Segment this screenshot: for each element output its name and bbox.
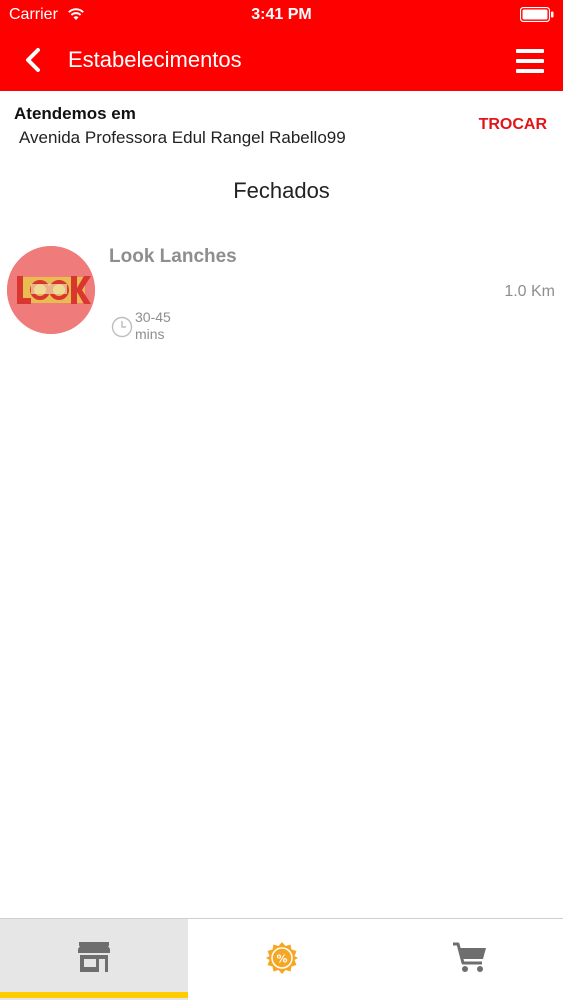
delivery-time: 30-45 mins [135, 309, 195, 343]
store-icon [78, 942, 110, 972]
delivery-time-range: 30-45 [135, 309, 171, 325]
change-address-button[interactable]: TROCAR [479, 116, 547, 134]
tab-cart[interactable] [376, 919, 563, 1000]
status-bar: Carrier 3:41 PM [0, 0, 563, 30]
delivery-address-row: Atendemos em Avenida Professora Edul Ran… [0, 91, 563, 157]
address-heading: Atendemos em [14, 104, 136, 123]
store-list-item[interactable]: Look Lanches 1.0 Km 30-45 mins [0, 238, 563, 350]
look-lanches-logo [7, 246, 95, 334]
chevron-left-icon[interactable] [22, 47, 44, 73]
promo-badge-icon: % [266, 942, 298, 974]
store-name: Look Lanches [109, 246, 237, 267]
address-value: Avenida Professora Edul Rangel Rabello99 [19, 128, 346, 147]
clock-time: 3:41 PM [251, 6, 312, 23]
bottom-tab-bar: % [0, 918, 563, 1000]
tab-promotions[interactable]: % [188, 919, 376, 1000]
delivery-time-unit: mins [135, 326, 165, 342]
hamburger-menu-icon[interactable] [516, 48, 544, 74]
section-title-closed: Fechados [233, 178, 330, 203]
svg-text:%: % [276, 953, 287, 966]
store-distance: 1.0 Km [504, 283, 555, 300]
battery-icon [520, 7, 554, 22]
top-header: Carrier 3:41 PM Estabelecimentos [0, 0, 563, 91]
navigation-bar: Estabelecimentos [0, 30, 563, 91]
page-title: Estabelecimentos [68, 47, 242, 72]
tab-stores[interactable] [0, 919, 188, 1000]
clock-icon [111, 316, 133, 338]
cart-icon [452, 942, 486, 972]
